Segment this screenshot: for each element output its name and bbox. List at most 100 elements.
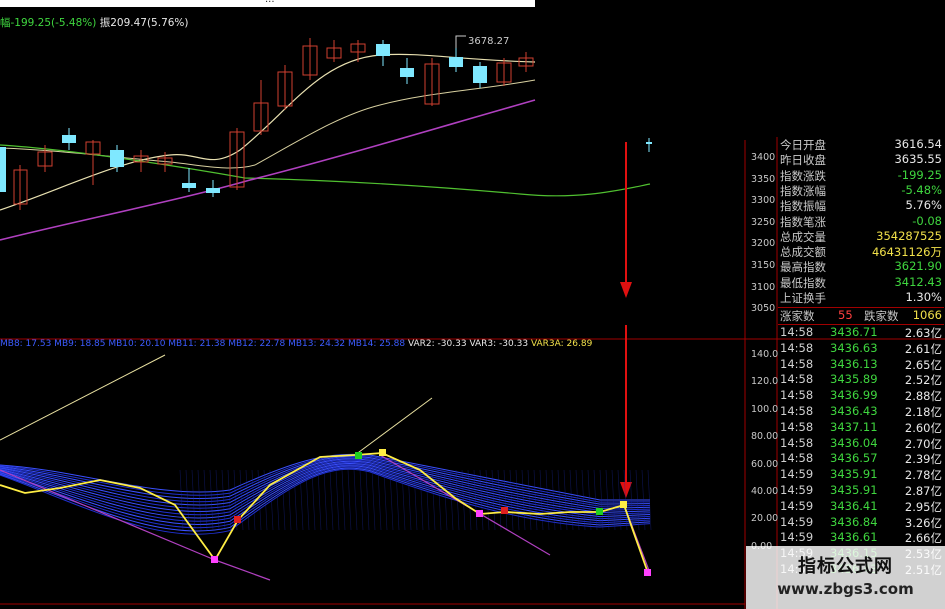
mb-fan-hatch — [323, 469, 328, 531]
summary-label: 指数振幅 — [780, 199, 826, 214]
summary-label: 总成交额 — [780, 245, 826, 260]
tick-row[interactable]: 14:58 3436.43 2.18亿 — [778, 404, 944, 419]
summary-value: 46431126万 — [871, 245, 942, 260]
tick-price: 3436.61 — [830, 530, 878, 545]
mb-fan-hatch — [473, 469, 478, 531]
summary-value: 3616.54 — [894, 137, 942, 151]
candle — [0, 147, 6, 192]
tick-time: 14:58 — [780, 325, 814, 339]
watermark-title: 指标公式网 — [798, 556, 893, 577]
summary-row: 今日开盘 3616.54 — [778, 137, 944, 152]
summary-label: 昨日收盘 — [780, 153, 826, 168]
price-axis-tick: 3350 — [751, 173, 776, 185]
mb-fan-hatch — [215, 469, 220, 531]
mb-fan-hatch — [311, 469, 316, 531]
var3-value: VAR3: -30.33 — [469, 339, 529, 349]
summary-value: -199.25 — [897, 167, 942, 182]
tick-row[interactable]: 14:58 3436.04 2.70亿 — [778, 436, 944, 451]
summary-value: 5.76% — [905, 198, 942, 213]
mb-fan-hatch — [377, 469, 382, 531]
tick-row[interactable]: 14:59 3436.84 3.26亿 — [778, 515, 944, 530]
tick-amount: 2.95亿 — [904, 499, 942, 514]
candle — [400, 68, 414, 77]
tick-row[interactable]: 14:58 3436.13 2.65亿 — [778, 357, 944, 372]
tick-time: 14:59 — [780, 514, 814, 529]
tick-time: 14:59 — [780, 467, 814, 482]
summary-label: 上证换手 — [780, 291, 826, 305]
signal-marker — [620, 501, 627, 508]
tick-row[interactable]: 14:58 3435.89 2.52亿 — [778, 372, 944, 387]
summary-label: 指数笔涨 — [780, 214, 826, 229]
summary-value: 354287525 — [876, 228, 942, 243]
peak-label: 3678.27 — [468, 36, 509, 47]
mb-fan-hatch — [335, 469, 340, 531]
down-count-value: 1066 — [912, 308, 942, 322]
summary-label: 今日开盘 — [780, 138, 826, 152]
tick-time: 14:58 — [780, 340, 814, 355]
change-label: 幅 — [0, 17, 11, 29]
tick-amount: 2.78亿 — [904, 468, 942, 483]
down-count-label: 跌家数 — [864, 309, 899, 323]
tick-amount: 3.26亿 — [904, 515, 942, 530]
tick-price: 3435.91 — [830, 467, 878, 482]
arrow-head-icon — [620, 482, 632, 498]
price-axis-tick: 3200 — [751, 238, 776, 250]
tick-time: 14:59 — [780, 483, 814, 497]
mb-fan-hatch — [569, 469, 574, 531]
signal-marker — [211, 556, 218, 563]
tick-price: 3436.43 — [830, 404, 878, 418]
tick-row[interactable]: 14:58 3436.99 2.88亿 — [778, 388, 944, 403]
price-axis-tick: 3250 — [751, 216, 776, 228]
tick-row[interactable]: 14:59 3436.41 2.95亿 — [778, 499, 944, 514]
tick-price: 3437.11 — [830, 419, 878, 434]
tick-row[interactable]: 14:58 3436.71 2.63亿 — [778, 325, 944, 340]
tick-row[interactable]: 14:58 3437.11 2.60亿 — [778, 420, 944, 435]
ma-green-line — [0, 144, 651, 197]
summary-row: 总成交额 46431126万 — [778, 244, 944, 259]
tick-price: 3436.41 — [830, 498, 878, 513]
tick-price: 3436.84 — [830, 514, 878, 529]
signal-marker — [234, 516, 241, 523]
summary-value: -5.48% — [901, 182, 942, 197]
tick-time: 14:58 — [780, 419, 814, 434]
tick-row[interactable]: 14:58 3436.63 2.61亿 — [778, 341, 944, 356]
summary-row: 指数振幅 5.76% — [778, 198, 944, 213]
indicator-axis-tick: 80.00 — [751, 431, 779, 443]
peak-marker — [455, 35, 466, 48]
indicator-axis-tick: 20.00 — [751, 513, 779, 525]
indicator-axis-tick: 40.00 — [751, 486, 779, 497]
summary-label: 总成交量 — [780, 229, 826, 244]
candle — [449, 57, 463, 67]
tick-time: 14:58 — [780, 388, 814, 403]
ma-short-line — [0, 53, 536, 211]
mb-fan-hatch — [329, 469, 334, 531]
signal-marker — [644, 569, 651, 576]
tick-price: 3435.89 — [830, 372, 878, 387]
tick-row[interactable]: 14:59 3435.91 2.87亿 — [778, 483, 944, 498]
summary-value: 1.30% — [905, 290, 942, 304]
tick-amount: 2.65亿 — [904, 357, 942, 372]
mb-fan-hatch — [515, 469, 520, 531]
mb-fan-hatch — [341, 469, 346, 531]
tick-price: 3436.13 — [830, 356, 878, 371]
tick-price: 3436.04 — [830, 435, 878, 450]
candle — [182, 183, 196, 188]
indicator-axis-tick: 120.0 — [751, 376, 779, 388]
tick-price: 3436.99 — [830, 388, 878, 403]
signal-marker — [501, 507, 508, 514]
up-count-value: 55 — [838, 308, 853, 322]
mb-fan-hatch — [503, 469, 508, 531]
tick-price: 3435.91 — [830, 483, 878, 497]
trend-line — [354, 397, 433, 456]
summary-value: 3412.43 — [894, 274, 942, 289]
candle — [110, 150, 124, 167]
summary-row: 昨日收盘 3635.55 — [778, 152, 944, 167]
var2-value: VAR2: -30.33 — [407, 339, 467, 349]
tick-amount: 2.52亿 — [904, 373, 942, 388]
indicator-axis-tick: 100.0 — [751, 403, 779, 415]
mb-fan-hatch — [425, 469, 430, 531]
tick-row[interactable]: 14:59 3435.91 2.78亿 — [778, 467, 944, 482]
tick-row[interactable]: 14:59 3436.61 2.66亿 — [778, 530, 944, 545]
tick-row[interactable]: 14:58 3436.57 2.39亿 — [778, 451, 944, 466]
summary-row: 最低指数 3412.43 — [778, 275, 944, 290]
